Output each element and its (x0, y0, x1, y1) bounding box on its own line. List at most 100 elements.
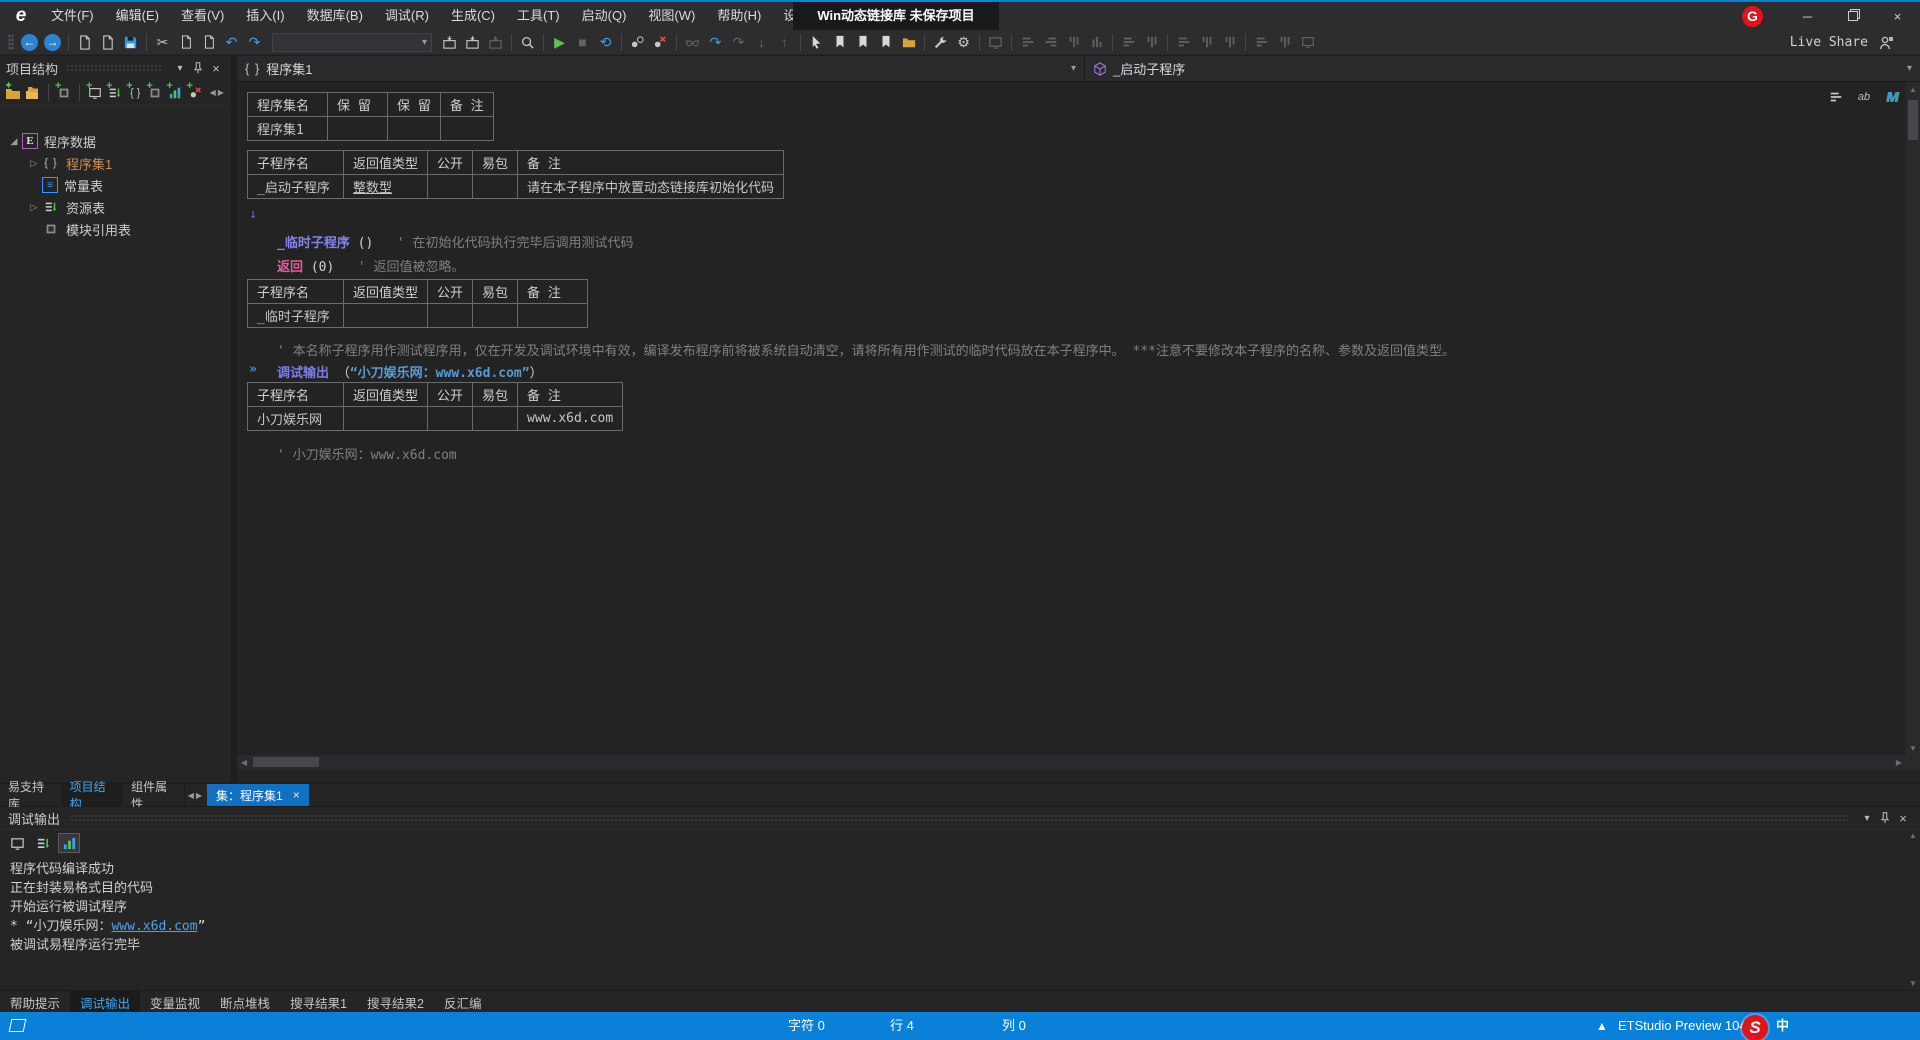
panel-drag-grip[interactable] (66, 64, 163, 72)
collapsed-caret-icon[interactable]: ▷ (26, 158, 42, 169)
run-icon[interactable]: ▶ (548, 32, 571, 53)
column-header[interactable]: 备 注 (518, 383, 623, 407)
sub-name-cell[interactable]: _临时子程序 (248, 304, 344, 328)
same-size-icon[interactable] (1250, 32, 1273, 53)
next-bookmark-icon[interactable] (874, 32, 897, 53)
add-module-icon[interactable]: + (55, 82, 73, 104)
live-share-button[interactable]: Live Share (1790, 30, 1894, 55)
step-over-disabled-icon[interactable]: ↷ (727, 32, 750, 53)
scroll-thumb[interactable] (1908, 100, 1918, 140)
window-layout-icon[interactable] (984, 32, 1007, 53)
editor-content[interactable]: 程序集名 保 留 保 留 备 注 程序集1 子程序名 返回值类型 公开 (237, 82, 1906, 755)
step-over-icon[interactable]: ↷ (704, 32, 727, 53)
step-out-icon[interactable]: ↑ (773, 32, 796, 53)
cell[interactable] (473, 175, 518, 199)
menu-database[interactable]: 数据库(B) (296, 2, 374, 30)
document-tab-program-set[interactable]: 集：程序集1 × (207, 784, 309, 806)
list-view-icon[interactable] (32, 833, 54, 853)
pin-up-icon[interactable]: ▲ (1596, 1012, 1608, 1040)
space-across-icon[interactable] (1172, 32, 1195, 53)
cell[interactable] (344, 407, 428, 431)
build-icon[interactable] (438, 32, 461, 53)
scroll-up-icon[interactable]: ▲ (1909, 831, 1917, 840)
center-horizontal-icon[interactable] (1117, 32, 1140, 53)
add-constant-icon[interactable]: + (187, 82, 205, 104)
settings-gear-icon[interactable]: ⚙ (952, 32, 975, 53)
column-header[interactable]: 备 注 (440, 93, 493, 117)
column-header[interactable]: 子程序名 (248, 383, 344, 407)
build-all-icon[interactable] (461, 32, 484, 53)
program-set-selector[interactable]: { } 程序集1 ▾ (237, 56, 1085, 81)
panel-pin-icon[interactable] (1876, 809, 1894, 827)
paste-icon[interactable] (197, 32, 220, 53)
tab-search-results-2[interactable]: 搜寻结果2 (357, 991, 434, 1014)
column-header[interactable]: 公开 (428, 383, 473, 407)
clear-breakpoints-icon[interactable] (649, 32, 672, 53)
cell[interactable] (344, 304, 428, 328)
remark-cell[interactable]: 请在本子程序中放置动态链接库初始化代码 (518, 175, 784, 199)
menu-start[interactable]: 启动(Q) (571, 2, 638, 30)
debug-panel-scrollbar[interactable]: ▲ ▼ (1906, 831, 1920, 988)
same-height-icon[interactable] (1273, 32, 1296, 53)
copy-icon[interactable] (174, 32, 197, 53)
tabs-scroll-left-icon[interactable]: ◀ (188, 791, 194, 800)
space-down-icon[interactable] (1195, 32, 1218, 53)
tabs-scroll-right-icon[interactable]: ▶ (196, 791, 202, 800)
align-right-icon[interactable] (1039, 32, 1062, 53)
column-header[interactable]: 返回值类型 (344, 280, 428, 304)
cell[interactable] (428, 304, 473, 328)
cell[interactable] (428, 407, 473, 431)
scroll-left-icon[interactable]: ◀ (237, 755, 251, 769)
cell[interactable] (440, 117, 493, 141)
return-type-cell[interactable]: 整数型 (344, 175, 428, 199)
scroll-thumb[interactable] (253, 757, 319, 767)
align-top-icon[interactable] (1062, 32, 1085, 53)
tab-debug-output[interactable]: 调试输出 (70, 991, 140, 1014)
tab-project-structure[interactable]: 项目结构 (62, 784, 124, 806)
code-line-debug-output[interactable]: 调试输出 （“小刀娱乐网：www.x6d.com”） (277, 362, 543, 381)
column-header[interactable]: 返回值类型 (344, 151, 428, 175)
menu-tools[interactable]: 工具(T) (506, 2, 571, 30)
column-header[interactable]: 子程序名 (248, 151, 344, 175)
find-icon[interactable] (516, 32, 539, 53)
options-wrench-icon[interactable] (929, 32, 952, 53)
cell[interactable] (428, 175, 473, 199)
column-header[interactable]: 程序集名 (248, 93, 328, 117)
code-line-temp-sub[interactable]: _临时子程序 () ' 在初始化代码执行完毕后调用测试代码 (277, 232, 633, 251)
cell[interactable] (328, 117, 388, 141)
quick-search-combobox[interactable]: ▾ (272, 33, 432, 52)
compile-icon[interactable] (484, 32, 507, 53)
step-into-icon[interactable]: ↓ (750, 32, 773, 53)
clear-bookmarks-icon[interactable] (897, 32, 920, 53)
tab-close-icon[interactable]: × (293, 788, 300, 802)
column-header[interactable]: 保 留 (388, 93, 441, 117)
add-component-icon[interactable]: + (146, 82, 164, 104)
selector-dropdown-icon[interactable]: ▾ (1071, 63, 1076, 74)
menu-insert[interactable]: 插入(I) (235, 2, 295, 30)
watch-icon[interactable] (681, 32, 704, 53)
tree-item-resources[interactable]: ▷ 资源表 (0, 196, 231, 218)
run-to-cursor-icon[interactable] (805, 32, 828, 53)
editor-vertical-scrollbar[interactable]: ▲ ▼ (1906, 82, 1920, 755)
undo-icon[interactable]: ↶ (220, 32, 243, 53)
menu-edit[interactable]: 编辑(E) (105, 2, 170, 30)
layout-indicator-icon[interactable] (9, 1019, 27, 1032)
tab-component-props[interactable]: 组件属性 (123, 784, 185, 806)
fullscreen-icon[interactable] (1296, 32, 1319, 53)
new-folder-icon[interactable]: ✦ (4, 82, 22, 104)
column-header[interactable]: 备 注 (518, 151, 784, 175)
toggle-breakpoint-icon[interactable] (626, 32, 649, 53)
add-resource-icon[interactable]: + (166, 82, 184, 104)
add-flow-icon[interactable]: + (106, 82, 124, 104)
column-header[interactable]: 公开 (428, 151, 473, 175)
block-comment[interactable]: ' 本名称子程序用作测试程序用，仅在开发及调试环境中有效，编译发布程序前将被系统… (277, 340, 1455, 359)
restart-icon[interactable]: ⟲ (594, 32, 617, 53)
cell[interactable] (388, 117, 441, 141)
scroll-down-icon[interactable]: ▼ (1906, 741, 1920, 755)
ime-language-indicator[interactable]: 中 (1776, 1012, 1789, 1040)
panel-pin-icon[interactable] (189, 59, 207, 77)
outline-icon[interactable] (1826, 88, 1846, 106)
sub-name-cell[interactable]: 小刀娱乐网 (248, 407, 344, 431)
tab-search-results-1[interactable]: 搜寻结果1 (280, 991, 357, 1014)
add-program-set-icon[interactable]: { }+ (126, 82, 144, 104)
